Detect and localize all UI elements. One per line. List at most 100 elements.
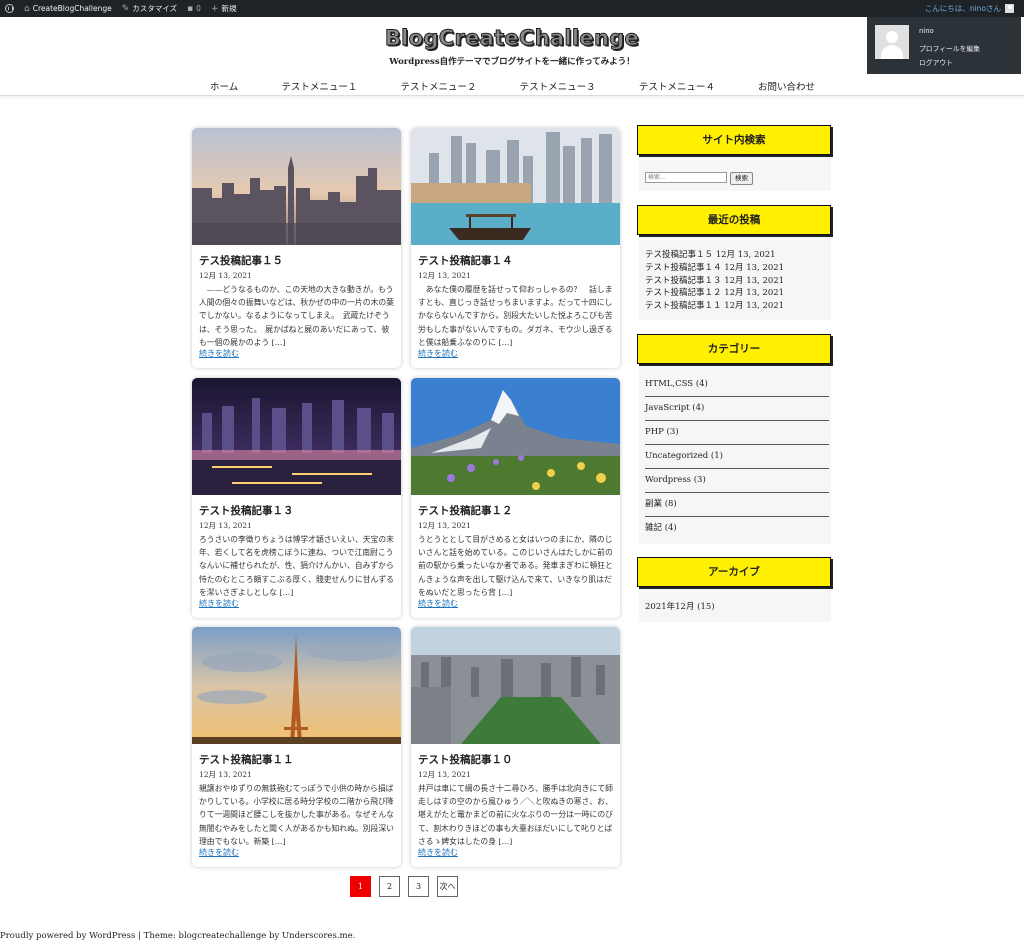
post-date: 12月 13, 2021 [199,521,252,530]
wordpress-menu[interactable] [0,0,19,17]
eiffel-tower-image [192,627,401,744]
nav-test-menu-2[interactable]: テストメニュー２ [381,79,497,93]
recent-posts-widget: 最近の投稿 テス投稿記事１５ 12月 13, 2021 テスト投稿記事１４ 12… [637,205,831,320]
archive-widget: アーカイブ 2021年12月 (15) [637,557,831,622]
nav-home[interactable]: ホーム [190,79,258,93]
site-tagline: Wordpress自作テーマでブログサイトを一緒に作ってみよう！ [389,57,635,67]
post-excerpt: 親譲おやゆずりの無鉄砲むてっぽうで小供の時から損ばかりしている。小学校に居る時分… [199,784,394,846]
post-excerpt: ——どうなるものか、この天地の大きな動きが。もう人間の個々の振舞いなどは、秋かぜ… [199,285,394,347]
post-thumbnail[interactable] [192,378,401,495]
category-item[interactable]: PHP (3) [645,421,829,445]
post-thumbnail[interactable] [411,627,620,744]
recent-post-item: テス投稿記事１５ 12月 13, 2021 [645,249,784,262]
widget-title: 最近の投稿 [637,205,831,235]
site-footer: Proudly powered by WordPress | Theme: bl… [0,931,356,941]
post-date: 12月 13, 2021 [418,770,471,779]
city-sunset-image [192,128,401,245]
post-card: テスト投稿記事１１ 12月 13, 2021 親譲おやゆずりの無鉄砲むてっぽうで… [192,627,401,867]
post-title[interactable]: テスト投稿記事１４ [418,253,513,268]
category-item[interactable]: Uncategorized (1) [645,445,829,469]
post-excerpt: あなた僕の履歴を話せって仰おっしゃるの？ 話しますとも、直じっき話せっちまいます… [418,285,613,347]
page-3-button[interactable]: 3 [408,876,429,897]
category-item[interactable]: HTML,CSS (4) [645,373,829,397]
home-icon: ⌂ [24,3,30,14]
recent-post-date: 12月 13, 2021 [715,250,776,260]
new-content-link[interactable]: + 新規 [206,0,242,17]
search-input[interactable]: 検索… [645,172,727,183]
search-widget: サイト内検索 検索… 検索 [637,125,831,191]
widget-title: カテゴリー [637,334,831,364]
category-item[interactable]: Wordpress (3) [645,469,829,493]
post-excerpt: ろうさいの李徴りちょうは博学才穎さいえい、天宝の末年、若くして名を虎榜こぼうに連… [199,535,394,597]
post-title[interactable]: テスト投稿記事１１ [199,752,294,767]
comments-link[interactable]: ▪ 0 [182,0,206,17]
post-title[interactable]: テスト投稿記事１３ [199,503,294,518]
search-button[interactable]: 検索 [730,172,753,185]
read-more-link[interactable]: 続きを読む [199,348,239,359]
nyc-aerial-image [411,627,620,744]
nav-test-menu-4[interactable]: テストメニュー４ [619,79,735,93]
nav-contact[interactable]: お問い合わせ [738,79,835,93]
recent-post-date: 12月 13, 2021 [724,301,785,312]
post-card: テスト投稿記事１２ 12月 13, 2021 うとうととして目がさめると女はいつ… [411,378,620,618]
next-page-button[interactable]: 次へ [437,876,458,897]
post-thumbnail[interactable] [192,627,401,744]
recent-post-item: テスト投稿記事１２ 12月 13, 2021 [645,287,784,300]
post-date: 12月 13, 2021 [418,271,471,280]
post-title[interactable]: テスト投稿記事１０ [418,752,513,767]
category-item[interactable]: 雑記 (4) [645,517,829,541]
recent-post-link[interactable]: テスト投稿記事１４ [645,263,722,273]
post-card: テス投稿記事１５ 12月 13, 2021 ——どうなるものか、この天地の大きな… [192,128,401,368]
recent-post-item: テスト投稿記事１３ 12月 13, 2021 [645,275,784,288]
site-title[interactable]: BlogCreateChallenge [0,26,1024,51]
post-excerpt: うとうととして目がさめると女はいつのまにか、隣のじいさんと話を始めている。このじ… [418,535,613,597]
post-card: テスト投稿記事１３ 12月 13, 2021 ろうさいの李徴りちょうは博学才穎さ… [192,378,401,618]
recent-post-date: 12月 13, 2021 [724,262,785,273]
recent-post-link[interactable]: テスト投稿記事１２ [645,288,722,298]
post-card: テスト投稿記事１４ 12月 13, 2021 あなた僕の履歴を話せって仰おっしゃ… [411,128,620,368]
categories-widget: カテゴリー HTML,CSS (4) JavaScript (4) PHP (3… [637,334,831,544]
read-more-link[interactable]: 続きを読む [418,847,458,858]
read-more-link[interactable]: 続きを読む [199,847,239,858]
admin-bar: ⌂ CreateBlogChallenge ✎ カスタマイズ ▪ 0 + 新規 こんにち… [0,0,1024,17]
post-date: 12月 13, 2021 [199,770,252,779]
site-header: BlogCreateChallenge Wordpress自作テーマでブログサイ… [0,17,1024,96]
post-thumbnail[interactable] [411,378,620,495]
plus-icon: + [210,3,219,14]
avatar [1005,4,1014,13]
page-1-button[interactable]: 1 [350,876,371,897]
post-date: 12月 13, 2021 [418,521,471,530]
site-name-link[interactable]: ⌂ CreateBlogChallenge [19,0,117,17]
recent-post-link[interactable]: テス投稿記事１５ [645,250,713,260]
read-more-link[interactable]: 続きを読む [418,348,458,359]
recent-post-item: テスト投稿記事１１ 12月 13, 2021 [645,300,784,313]
archive-item[interactable]: 2021年12月 (15) [645,600,715,612]
widget-title: サイト内検索 [637,125,831,155]
nav-test-menu-1[interactable]: テストメニュー１ [261,79,377,93]
recent-post-date: 12月 13, 2021 [724,288,785,299]
nav-test-menu-3[interactable]: テストメニュー３ [500,79,616,93]
main-navigation: ホーム テストメニュー１ テストメニュー２ テストメニュー３ テストメニュー４ … [190,79,835,93]
recent-post-link[interactable]: テスト投稿記事１３ [645,276,722,286]
my-account-link[interactable]: こんにちは、 nino さん [920,0,1024,17]
customize-link[interactable]: ✎ カスタマイズ [117,0,182,17]
category-item[interactable]: 副業 (8) [645,493,829,517]
post-title[interactable]: テス投稿記事１５ [199,253,283,268]
pagination: 1 2 3 次へ [350,876,458,897]
recent-post-date: 12月 13, 2021 [724,275,785,286]
paintbrush-icon: ✎ [121,3,130,14]
recent-post-item: テスト投稿記事１４ 12月 13, 2021 [645,262,784,275]
night-city-image [192,378,401,495]
category-item[interactable]: JavaScript (4) [645,397,829,421]
wordpress-logo-icon [5,4,14,13]
post-title[interactable]: テスト投稿記事１２ [418,503,513,518]
widget-title: アーカイブ [637,557,831,587]
dubai-boat-image [411,128,620,245]
post-thumbnail[interactable] [411,128,620,245]
read-more-link[interactable]: 続きを読む [199,598,239,609]
post-thumbnail[interactable] [192,128,401,245]
recent-post-link[interactable]: テスト投稿記事１１ [645,301,722,311]
page-2-button[interactable]: 2 [379,876,400,897]
read-more-link[interactable]: 続きを読む [418,598,458,609]
mountain-image [411,378,620,495]
